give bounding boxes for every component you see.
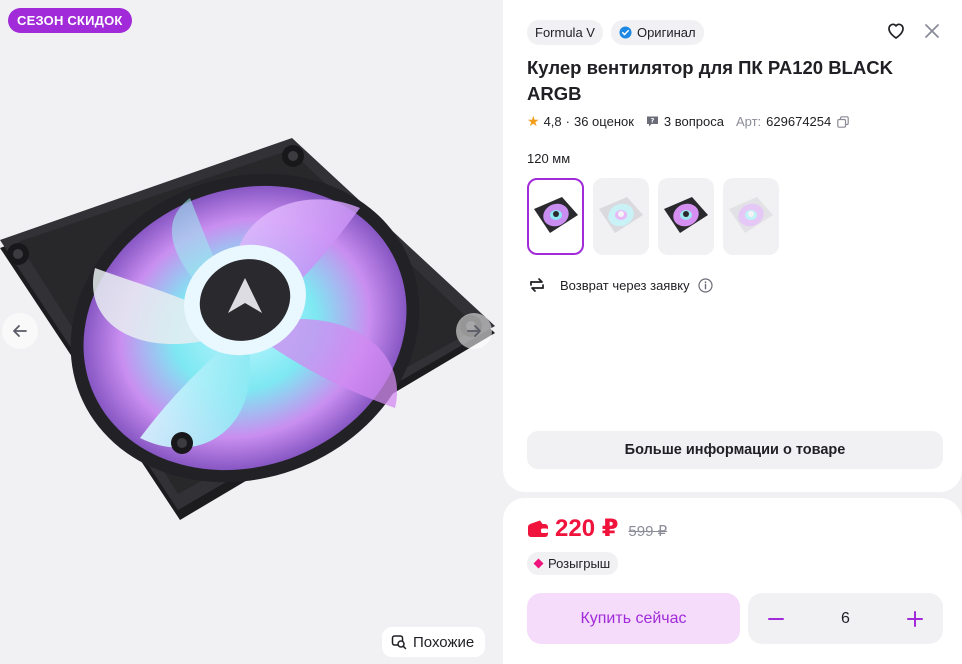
variant-thumbnail-black-2: [664, 196, 708, 233]
question-bubble-icon: ?: [646, 116, 658, 127]
current-price: 220 ₽: [555, 515, 619, 542]
favorite-button[interactable]: [886, 21, 906, 41]
similar-products-button[interactable]: Похожие: [382, 627, 486, 657]
variant-thumbnail-white-2: [729, 196, 773, 233]
variant-thumbnail-white: [599, 196, 643, 233]
original-label: Оригинал: [636, 25, 696, 40]
rating-value[interactable]: 4,8: [544, 114, 562, 129]
quantity-stepper: 6: [748, 593, 943, 644]
next-image-button[interactable]: [456, 313, 492, 349]
product-gallery: СЕЗОН СКИДОК Похожие: [0, 0, 500, 664]
product-info-card: Formula V Оригинал Кулер вентилятор для …: [503, 0, 962, 492]
plus-icon: [907, 610, 923, 627]
minus-icon: [768, 617, 784, 620]
quantity-value[interactable]: 6: [841, 610, 850, 628]
questions-count[interactable]: 3 вопроса: [664, 114, 724, 129]
variant-option-white[interactable]: [593, 178, 649, 255]
verified-check-icon: [619, 26, 632, 39]
article-label: Арт:: [735, 114, 762, 129]
close-button[interactable]: [922, 21, 942, 41]
lottery-badge[interactable]: Розыгрыш: [527, 552, 619, 575]
variant-list: [527, 178, 779, 255]
product-title: Кулер вентилятор для ПК PA120 BLACK ARGB: [527, 57, 893, 104]
article-value: 629674254: [766, 114, 832, 129]
arrow-left-icon: [13, 325, 27, 337]
wallet-icon: [528, 520, 548, 537]
diamond-icon: [533, 558, 544, 569]
seller-chips: Formula V Оригинал: [527, 20, 704, 45]
previous-image-button[interactable]: [2, 313, 38, 349]
info-icon[interactable]: [697, 277, 713, 293]
decrease-quantity-button[interactable]: [766, 609, 786, 629]
variant-option-white-2[interactable]: [723, 178, 779, 255]
variant-size-label: 120 мм: [527, 151, 571, 166]
promo-badge: СЕЗОН СКИДОК: [8, 8, 132, 33]
reviews-count[interactable]: 36 оценок: [574, 114, 634, 129]
variant-thumbnail-black: [533, 196, 578, 233]
original-chip[interactable]: Оригинал: [610, 20, 704, 45]
arrow-right-icon: [467, 325, 481, 337]
meta-separator: ·: [565, 114, 570, 129]
heart-icon: [888, 23, 904, 39]
product-image: [0, 138, 495, 520]
return-policy: Возврат через заявку: [527, 275, 713, 295]
svg-text:?: ?: [651, 117, 655, 125]
card-actions: [886, 21, 942, 41]
return-arrows-icon: [530, 278, 544, 292]
price-card: 220 ₽ 599 ₽ Розыгрыш Купить сейчас 6: [503, 498, 962, 664]
lottery-label: Розыгрыш: [548, 556, 611, 571]
price-row: 220 ₽ 599 ₽: [527, 514, 667, 543]
brand-name: Formula V: [535, 25, 595, 40]
close-icon: [925, 24, 939, 38]
increase-quantity-button[interactable]: [905, 609, 925, 629]
variant-option-black-2[interactable]: [658, 178, 714, 255]
star-icon: ★: [527, 113, 540, 129]
similar-label: Похожие: [413, 633, 475, 651]
similar-search-icon: [391, 635, 407, 650]
brand-chip[interactable]: Formula V: [527, 20, 603, 45]
old-price: 599 ₽: [628, 522, 668, 540]
product-meta: ★ 4,8 · 36 оценок ? 3 вопроса Арт: 62967…: [527, 113, 850, 130]
copy-icon[interactable]: [837, 115, 850, 128]
return-text: Возврат через заявку: [560, 277, 690, 293]
buy-now-button[interactable]: Купить сейчас: [527, 593, 740, 644]
variant-option-black[interactable]: [527, 178, 584, 255]
more-info-button[interactable]: Больше информации о товаре: [527, 431, 943, 469]
